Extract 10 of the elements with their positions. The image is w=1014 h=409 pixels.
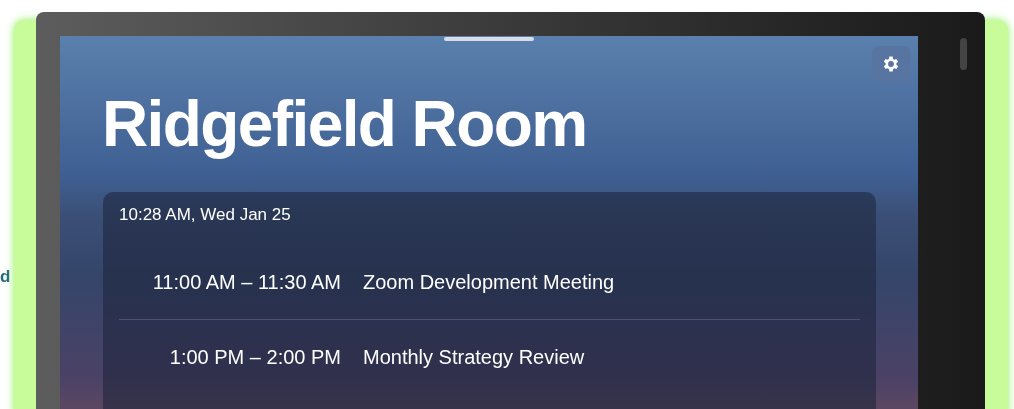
- text-fragment: d: [0, 268, 11, 285]
- settings-button[interactable]: [872, 46, 910, 82]
- event-title: Monthly Strategy Review: [363, 344, 585, 370]
- event-time: 11:00 AM – 11:30 AM: [151, 270, 341, 295]
- current-time: 10:28 AM, Wed Jan 25: [119, 206, 292, 223]
- hardware-button-icon: [960, 38, 967, 70]
- event-title: Zoom Development Meeting: [363, 270, 615, 295]
- event-time: 1:00 PM – 2:00 PM: [168, 344, 341, 370]
- settings-icon: [881, 54, 901, 74]
- drag-handle-icon[interactable]: [444, 37, 534, 41]
